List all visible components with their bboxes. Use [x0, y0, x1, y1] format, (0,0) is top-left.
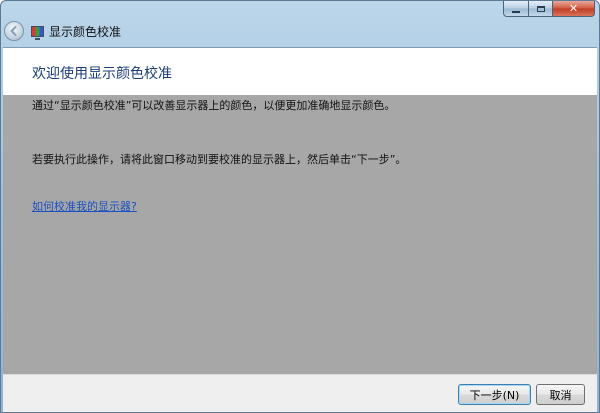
- maximize-icon: [536, 5, 545, 12]
- title-bar: 显示颜色校准: [1, 19, 599, 45]
- calibration-window: ✕ 显示颜色校准 欢迎使用显示颜色校准 通过“显示颜色校准”可以改善显示器上的颜…: [0, 0, 600, 413]
- footer-bar: 下一步(N) 取消: [3, 374, 597, 412]
- header-band: 欢迎使用显示颜色校准: [3, 48, 597, 95]
- minimize-button[interactable]: [503, 1, 529, 17]
- help-link[interactable]: 如何校准我的显示器?: [32, 200, 137, 214]
- minimize-icon: [512, 10, 520, 13]
- caption-buttons: ✕: [503, 1, 595, 18]
- page-title: 欢迎使用显示颜色校准: [32, 66, 172, 82]
- instruction-text: 若要执行此操作，请将此窗口移动到要校准的显示器上，然后单击“下一步”。: [32, 153, 407, 166]
- maximize-button[interactable]: [529, 1, 553, 17]
- back-button[interactable]: [4, 21, 24, 41]
- close-icon: ✕: [568, 2, 579, 15]
- back-arrow-icon: [10, 26, 17, 36]
- display-calibration-icon: [31, 26, 44, 40]
- window-title: 显示颜色校准: [49, 25, 122, 39]
- close-button[interactable]: ✕: [553, 1, 595, 17]
- intro-text: 通过“显示颜色校准”可以改善显示器上的颜色，以便更加准确地显示颜色。: [32, 99, 396, 112]
- next-button[interactable]: 下一步(N): [458, 384, 531, 405]
- cancel-button[interactable]: 取消: [536, 384, 585, 405]
- content-pane: 欢迎使用显示颜色校准 通过“显示颜色校准”可以改善显示器上的颜色，以便更加准确地…: [3, 47, 597, 374]
